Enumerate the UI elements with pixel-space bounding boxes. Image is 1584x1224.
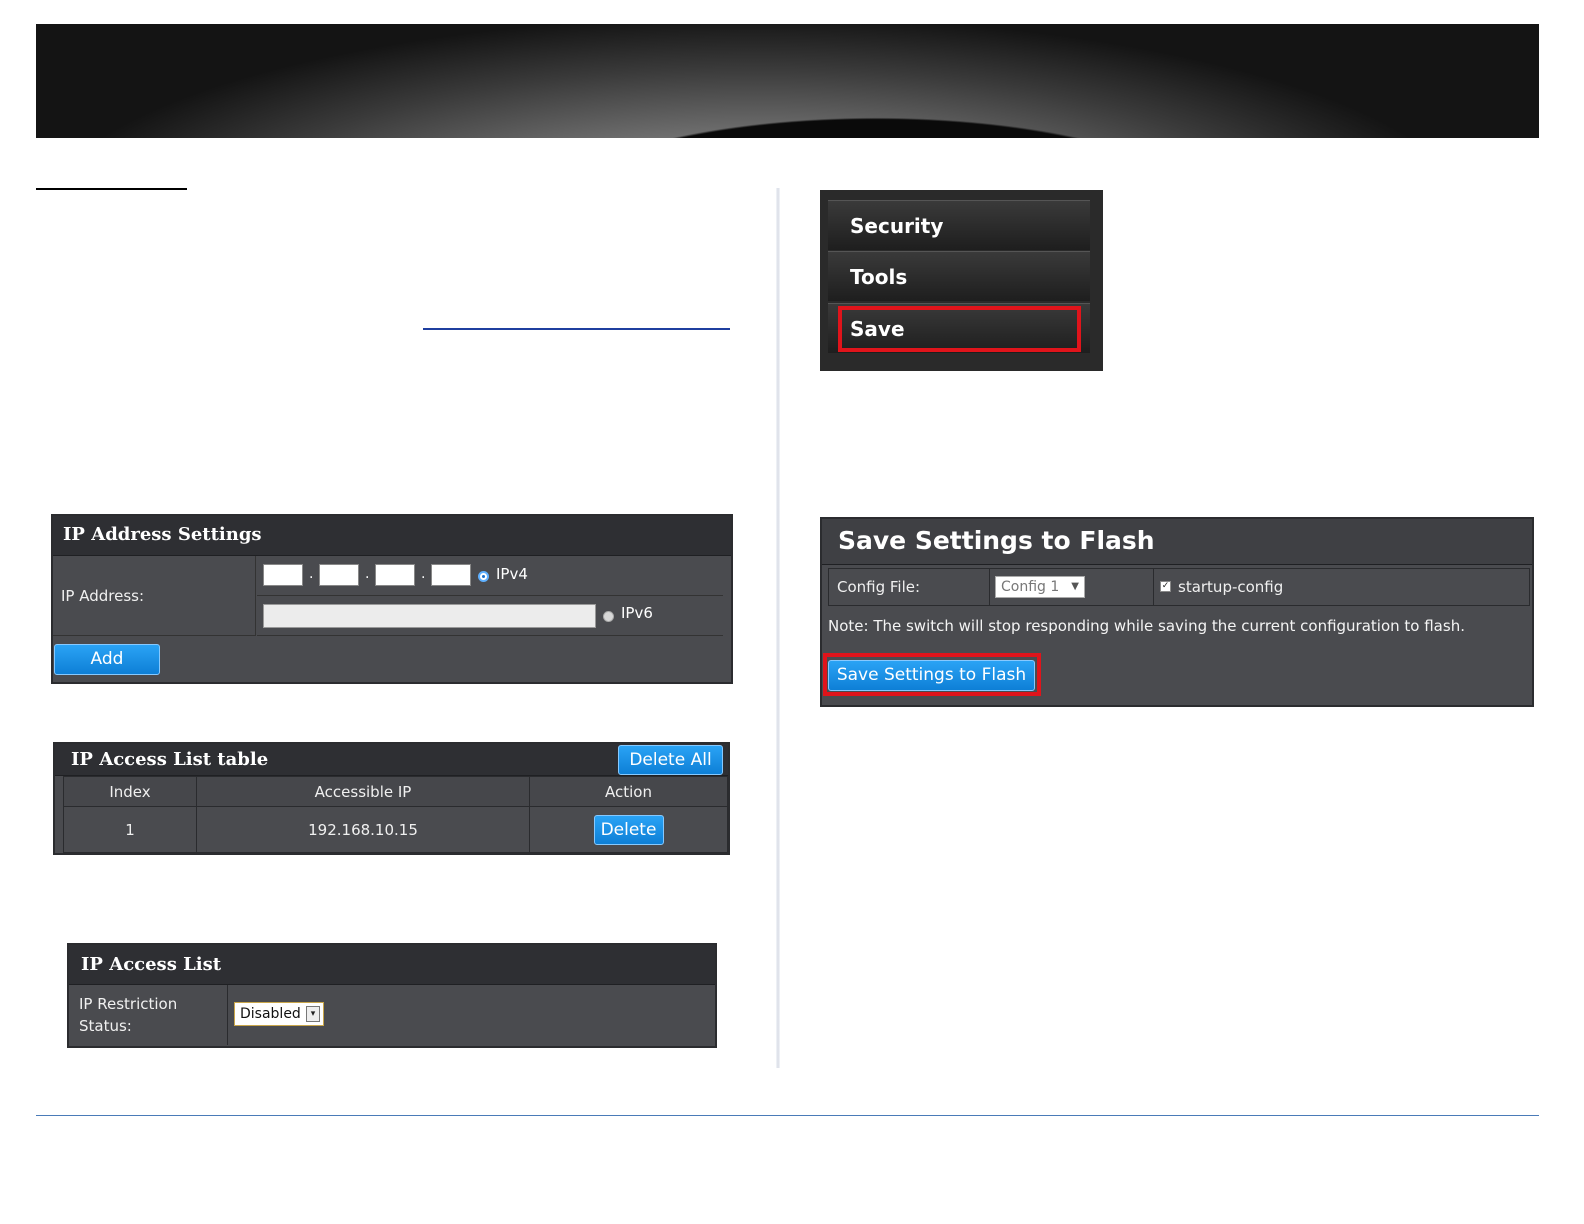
save-button-highlight: [823, 653, 1041, 696]
access-list-table: Index Accessible IP Action 1 192.168.10.…: [63, 776, 728, 853]
save-note: Note: The switch will stop responding wh…: [828, 617, 1465, 635]
panel-title: Save Settings to Flash: [822, 519, 1532, 565]
config-file-select[interactable]: Config 1 ▼: [995, 576, 1085, 598]
ipv4-row: . . . IPv4: [257, 556, 723, 596]
config-file-row: Config File: Config 1 ▼ ✓ startup-config: [828, 568, 1530, 606]
heading-underline: [36, 188, 187, 190]
ip-restriction-status-select[interactable]: Disabled ▾: [234, 1002, 324, 1026]
table-row: 1 192.168.10.15 Delete: [63, 806, 728, 853]
startup-config-checkbox[interactable]: ✓: [1160, 581, 1171, 592]
ipv6-row: IPv6: [257, 596, 723, 636]
ipv6-address-input[interactable]: [263, 604, 596, 628]
column-divider: [776, 188, 780, 1068]
ip-access-list-panel: IP Access List IP Restriction Status: Di…: [67, 943, 717, 1048]
delete-all-button[interactable]: Delete All: [618, 745, 723, 775]
chevron-down-icon: ▾: [306, 1006, 320, 1022]
row-index: 1: [63, 806, 197, 853]
ip-restriction-status-label: IP Restriction Status:: [79, 995, 178, 1035]
header-banner: [36, 24, 1539, 138]
menu-item-security[interactable]: Security: [828, 200, 1090, 250]
column-header-index: Index: [63, 776, 197, 807]
column-header-action: Action: [529, 776, 728, 807]
ipv4-octet-1[interactable]: [263, 564, 303, 586]
ipv6-label: IPv6: [621, 604, 653, 622]
ipv4-octet-4[interactable]: [431, 564, 471, 586]
menu-item-tools[interactable]: Tools: [828, 251, 1090, 301]
ip-access-list-table-panel: IP Access List table Delete All Index Ac…: [53, 742, 730, 855]
ipv4-radio[interactable]: [478, 571, 489, 582]
column-header-accessible-ip: Accessible IP: [196, 776, 530, 807]
add-button[interactable]: Add: [54, 644, 160, 675]
footer-rule: [36, 1115, 1539, 1116]
config-file-label: Config File:: [837, 578, 921, 596]
chevron-down-icon: ▼: [1071, 581, 1079, 592]
startup-config-label: startup-config: [1178, 578, 1284, 596]
save-menu-highlight: [838, 306, 1081, 352]
panel-title: IP Access List: [69, 945, 715, 985]
ip-address-settings-panel: IP Address Settings IP Address: . . . IP…: [51, 514, 733, 684]
ipv4-octet-3[interactable]: [375, 564, 415, 586]
delete-button[interactable]: Delete: [593, 814, 664, 845]
ipv4-octet-2[interactable]: [319, 564, 359, 586]
panel-title: IP Address Settings: [53, 516, 731, 556]
ipv4-label: IPv4: [496, 565, 528, 583]
row-accessible-ip: 192.168.10.15: [196, 806, 530, 853]
ip-address-label: IP Address:: [53, 556, 256, 636]
hyperlink-underline: [423, 328, 730, 330]
ipv6-radio[interactable]: [603, 611, 614, 622]
